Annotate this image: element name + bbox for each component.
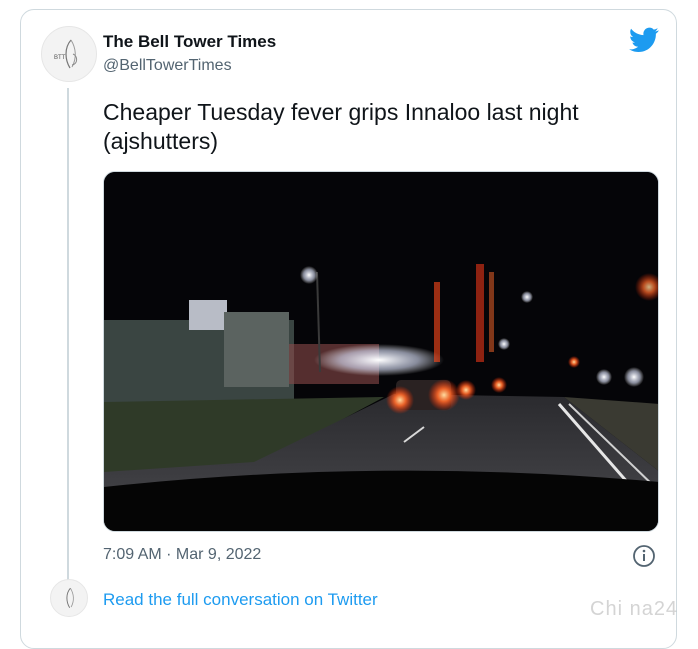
bell-tower-logo-icon: BTT (54, 39, 78, 69)
thread-line (67, 88, 69, 580)
author-name[interactable]: The Bell Tower Times (103, 32, 276, 52)
read-conversation-link[interactable]: Read the full conversation on Twitter (103, 590, 378, 610)
tweet-video[interactable] (103, 171, 659, 532)
bell-tower-logo-icon (66, 587, 74, 609)
night-road-video-frame (104, 172, 658, 531)
tweet-card[interactable]: BTT The Bell Tower Times @BellTowerTimes… (20, 9, 677, 649)
tweet-text: Cheaper Tuesday fever grips Innaloo last… (103, 99, 579, 154)
info-icon[interactable] (632, 544, 656, 568)
author-handle[interactable]: @BellTowerTimes (103, 57, 232, 75)
watermark: Chi na24 (590, 598, 679, 620)
avatar-label: BTT (54, 55, 66, 61)
twitter-bird-icon[interactable] (629, 27, 659, 53)
reply-avatar (50, 579, 88, 617)
tweet-timestamp[interactable]: 7:09 AM · Mar 9, 2022 (103, 546, 261, 564)
author-avatar[interactable]: BTT (41, 26, 97, 82)
